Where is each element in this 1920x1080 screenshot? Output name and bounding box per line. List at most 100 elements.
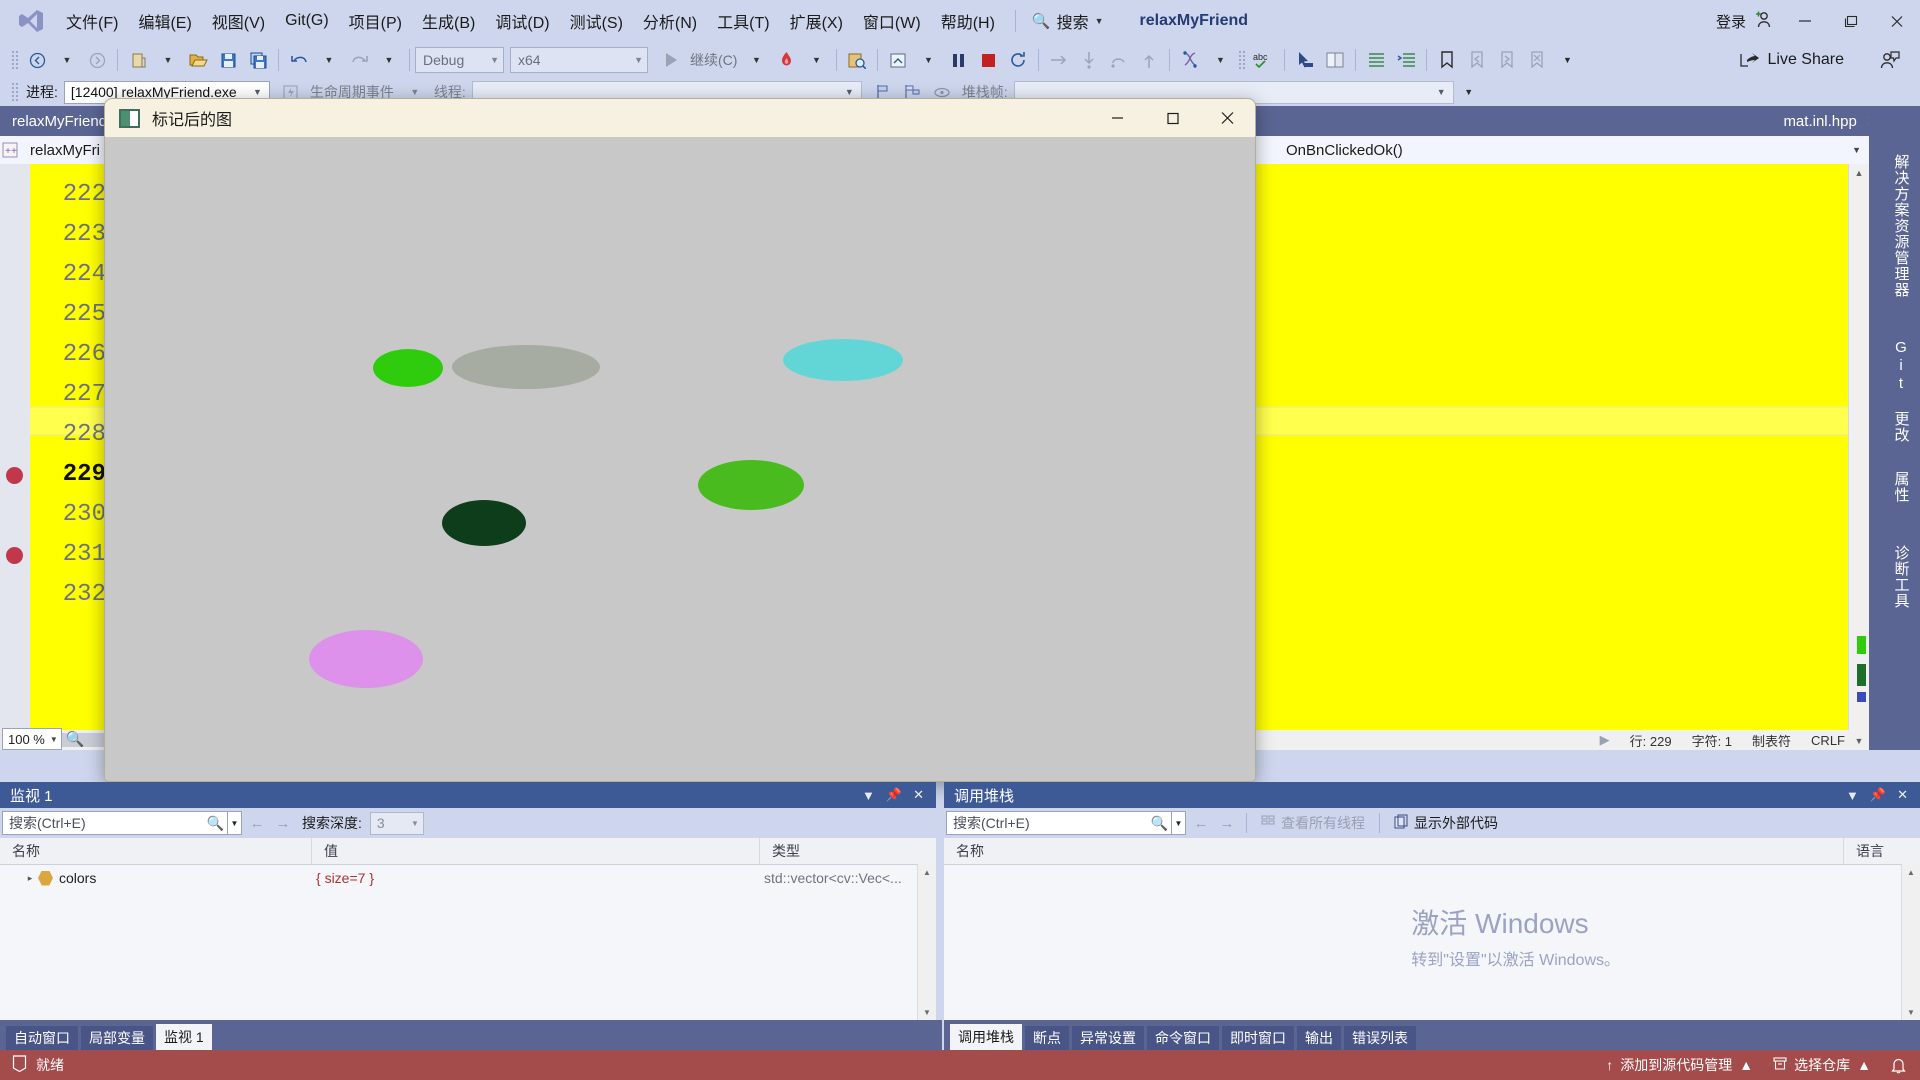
- continue-button[interactable]: [656, 47, 686, 73]
- toolbar-grip[interactable]: [1238, 50, 1247, 70]
- pin-icon[interactable]: 📌: [886, 787, 902, 803]
- window-close-button[interactable]: [1874, 4, 1920, 38]
- new-item-dropdown[interactable]: ▼: [153, 47, 183, 73]
- spell-check-icon[interactable]: abc: [1249, 47, 1279, 73]
- redo-icon[interactable]: [344, 47, 374, 73]
- menu-view[interactable]: 视图(V): [202, 5, 275, 37]
- platform-combo[interactable]: x64 ▼: [510, 47, 648, 73]
- sign-in-button[interactable]: 登录: [1706, 6, 1782, 36]
- toolbar-grip[interactable]: [11, 50, 19, 70]
- search-input[interactable]: 搜索(Ctrl+E) 🔍 ▼: [2, 811, 242, 835]
- search-depth-combo[interactable]: 3 ▼: [369, 811, 424, 835]
- tab-call-stack[interactable]: 调用堆栈: [950, 1024, 1022, 1050]
- column-header-name[interactable]: 名称: [0, 838, 312, 864]
- search-input[interactable]: 搜索(Ctrl+E) 🔍 ▼: [946, 811, 1186, 835]
- bell-icon[interactable]: [1891, 1057, 1906, 1074]
- bookmark-clear-icon[interactable]: [1522, 47, 1552, 73]
- call-stack-panel-header[interactable]: 调用堆栈 ▼ 📌 ✕: [944, 782, 1920, 808]
- sidebar-item-git-changes[interactable]: Git 更改: [1886, 338, 1916, 444]
- pointer-icon[interactable]: [1290, 47, 1320, 73]
- hot-reload-icon[interactable]: [771, 47, 801, 73]
- scroll-down-icon[interactable]: ▼: [1849, 732, 1869, 750]
- scroll-up-icon[interactable]: ▲: [1849, 164, 1869, 182]
- step-icon[interactable]: [883, 47, 913, 73]
- redo-dropdown[interactable]: ▼: [374, 47, 404, 73]
- select-repository-button[interactable]: 选择仓库 ▲: [1773, 1055, 1871, 1075]
- chevron-down-icon[interactable]: ▼: [1171, 812, 1185, 834]
- threads-dropdown[interactable]: ▼: [1205, 47, 1235, 73]
- tab-locals[interactable]: 局部变量: [81, 1026, 153, 1050]
- continue-dropdown[interactable]: ▼: [741, 47, 771, 73]
- open-folder-icon[interactable]: [183, 47, 213, 73]
- column-header-value[interactable]: 值: [312, 838, 760, 864]
- zoom-combo[interactable]: 100 % ▼: [2, 728, 62, 750]
- navigate-back-dropdown[interactable]: ▼: [52, 47, 82, 73]
- indent-icon[interactable]: [1361, 47, 1391, 73]
- scroll-down-icon[interactable]: ▼: [918, 1004, 936, 1020]
- show-external-code-button[interactable]: 显示外部代码: [1388, 811, 1504, 835]
- outdent-icon[interactable]: [1391, 47, 1421, 73]
- arrow-right-icon[interactable]: →: [272, 815, 294, 832]
- tab-autos[interactable]: 自动窗口: [6, 1026, 78, 1050]
- search-icon[interactable]: 🔍: [204, 815, 227, 832]
- breakpoint-marker[interactable]: [6, 467, 23, 484]
- procbar-overflow-icon[interactable]: ▼: [1454, 79, 1484, 105]
- close-icon[interactable]: ✕: [913, 787, 924, 803]
- zoom-control[interactable]: 100 % ▼ 🔍: [2, 728, 84, 750]
- undo-icon[interactable]: [284, 47, 314, 73]
- column-header-language[interactable]: 语言: [1844, 838, 1920, 864]
- bookmark-next-icon[interactable]: [1492, 47, 1522, 73]
- menu-build[interactable]: 生成(B): [412, 5, 485, 37]
- new-item-icon[interactable]: [123, 47, 153, 73]
- tab-output[interactable]: 输出: [1297, 1026, 1341, 1050]
- scroll-up-icon[interactable]: ▲: [1902, 864, 1920, 880]
- tab-error-list[interactable]: 错误列表: [1344, 1026, 1416, 1050]
- arrow-left-icon[interactable]: ←: [246, 815, 268, 832]
- arrow-right-icon[interactable]: →: [1216, 815, 1238, 832]
- menu-file[interactable]: 文件(F): [56, 5, 128, 37]
- menu-extensions[interactable]: 扩展(X): [780, 5, 853, 37]
- sidebar-item-solution-explorer[interactable]: 解决方案资源管理器: [1886, 126, 1916, 326]
- view-all-threads-button[interactable]: 查看所有线程: [1255, 811, 1371, 835]
- step-into-icon[interactable]: [1074, 47, 1104, 73]
- popup-maximize-button[interactable]: [1145, 99, 1200, 137]
- menu-window[interactable]: 窗口(W): [853, 5, 931, 37]
- show-next-statement-icon[interactable]: [1044, 47, 1074, 73]
- search-icon[interactable]: 🔍: [1148, 815, 1171, 832]
- tab-exception-settings[interactable]: 异常设置: [1072, 1026, 1144, 1050]
- table-row[interactable]: ▸ colors { size=7 } std::vector<cv::Vec<…: [0, 865, 936, 891]
- watch-row-value[interactable]: { size=7 }: [312, 865, 760, 891]
- search-box[interactable]: 🔍 搜索 ▼: [1026, 7, 1110, 35]
- break-all-button[interactable]: [943, 47, 973, 73]
- tab-breakpoints[interactable]: 断点: [1025, 1026, 1069, 1050]
- live-share-person-icon[interactable]: [1874, 47, 1904, 73]
- menu-debug[interactable]: 调试(D): [485, 5, 559, 37]
- stop-debugging-button[interactable]: [973, 47, 1003, 73]
- threads-icon[interactable]: [1175, 47, 1205, 73]
- watch-panel-header[interactable]: 监视 1 ▼ 📌 ✕: [0, 782, 936, 808]
- menu-edit[interactable]: 编辑(E): [128, 5, 201, 37]
- window-maximize-button[interactable]: [1828, 4, 1874, 38]
- bookmark-prev-icon[interactable]: [1462, 47, 1492, 73]
- menu-test[interactable]: 测试(S): [560, 5, 633, 37]
- step-dropdown[interactable]: ▼: [913, 47, 943, 73]
- scroll-down-icon[interactable]: ▼: [1902, 1004, 1920, 1020]
- configuration-combo[interactable]: Debug ▼: [415, 47, 504, 73]
- popup-minimize-button[interactable]: [1090, 99, 1145, 137]
- breakpoint-marker[interactable]: [6, 547, 23, 564]
- chevron-down-icon[interactable]: ▼: [227, 812, 241, 834]
- menu-analyze[interactable]: 分析(N): [633, 5, 707, 37]
- attach-process-icon[interactable]: [842, 47, 872, 73]
- restart-button[interactable]: [1003, 47, 1033, 73]
- navigate-back-icon[interactable]: [22, 47, 52, 73]
- menu-git[interactable]: Git(G): [275, 8, 339, 34]
- breadcrumb-function[interactable]: OnBnClickedOk() ▼: [1278, 137, 1869, 163]
- chevron-down-icon[interactable]: ▼: [862, 788, 875, 803]
- editor-vertical-scrollbar[interactable]: ▲ ▼: [1848, 164, 1869, 750]
- menu-tools[interactable]: 工具(T): [707, 5, 779, 37]
- toolbar-overflow-icon[interactable]: ▼: [1552, 47, 1582, 73]
- tab-command-window[interactable]: 命令窗口: [1147, 1026, 1219, 1050]
- tab-relaxmyfriend[interactable]: relaxMyFriend: [0, 106, 120, 136]
- undo-dropdown[interactable]: ▼: [314, 47, 344, 73]
- save-icon[interactable]: [213, 47, 243, 73]
